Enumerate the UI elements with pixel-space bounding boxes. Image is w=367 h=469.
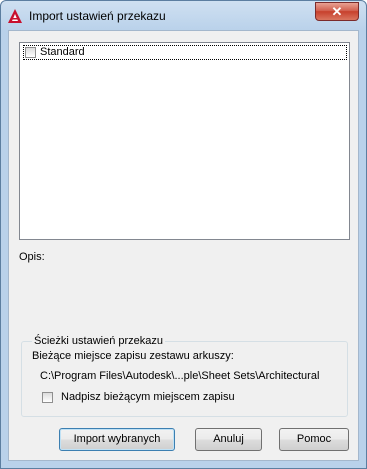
help-button[interactable]: Pomoc xyxy=(279,428,349,451)
dialog-client-area: Standard Opis: Ścieżki ustawień przekazu… xyxy=(8,30,359,461)
list-item-standard[interactable]: Standard xyxy=(23,45,347,60)
paths-groupbox: Ścieżki ustawień przekazu Bieżące miejsc… xyxy=(21,335,348,417)
close-icon: ✕ xyxy=(331,4,343,19)
autocad-logo-icon xyxy=(8,9,22,23)
list-item-label: Standard xyxy=(40,46,85,58)
import-selected-button[interactable]: Import wybranych xyxy=(59,428,175,451)
title-bar[interactable]: Import ustawień przekazu ✕ xyxy=(1,1,366,29)
cancel-button[interactable]: Anuluj xyxy=(195,428,262,451)
description-label: Opis: xyxy=(19,251,45,263)
settings-listbox[interactable]: Standard xyxy=(19,42,350,240)
current-location-label: Bieżące miejsce zapisu zestawu arkuszy: xyxy=(32,350,234,362)
current-location-path: C:\Program Files\Autodesk\...ple\Sheet S… xyxy=(40,370,320,382)
close-button[interactable]: ✕ xyxy=(315,2,359,21)
import-dialog-window: Import ustawień przekazu ✕ Standard Opis… xyxy=(0,0,367,469)
window-title: Import ustawień przekazu xyxy=(29,9,166,23)
overwrite-checkbox[interactable] xyxy=(42,392,53,403)
overwrite-label[interactable]: Nadpisz bieżącym miejscem zapisu xyxy=(61,391,235,403)
paths-group-legend: Ścieżki ustawień przekazu xyxy=(32,335,166,347)
standard-checkbox[interactable] xyxy=(25,47,36,58)
